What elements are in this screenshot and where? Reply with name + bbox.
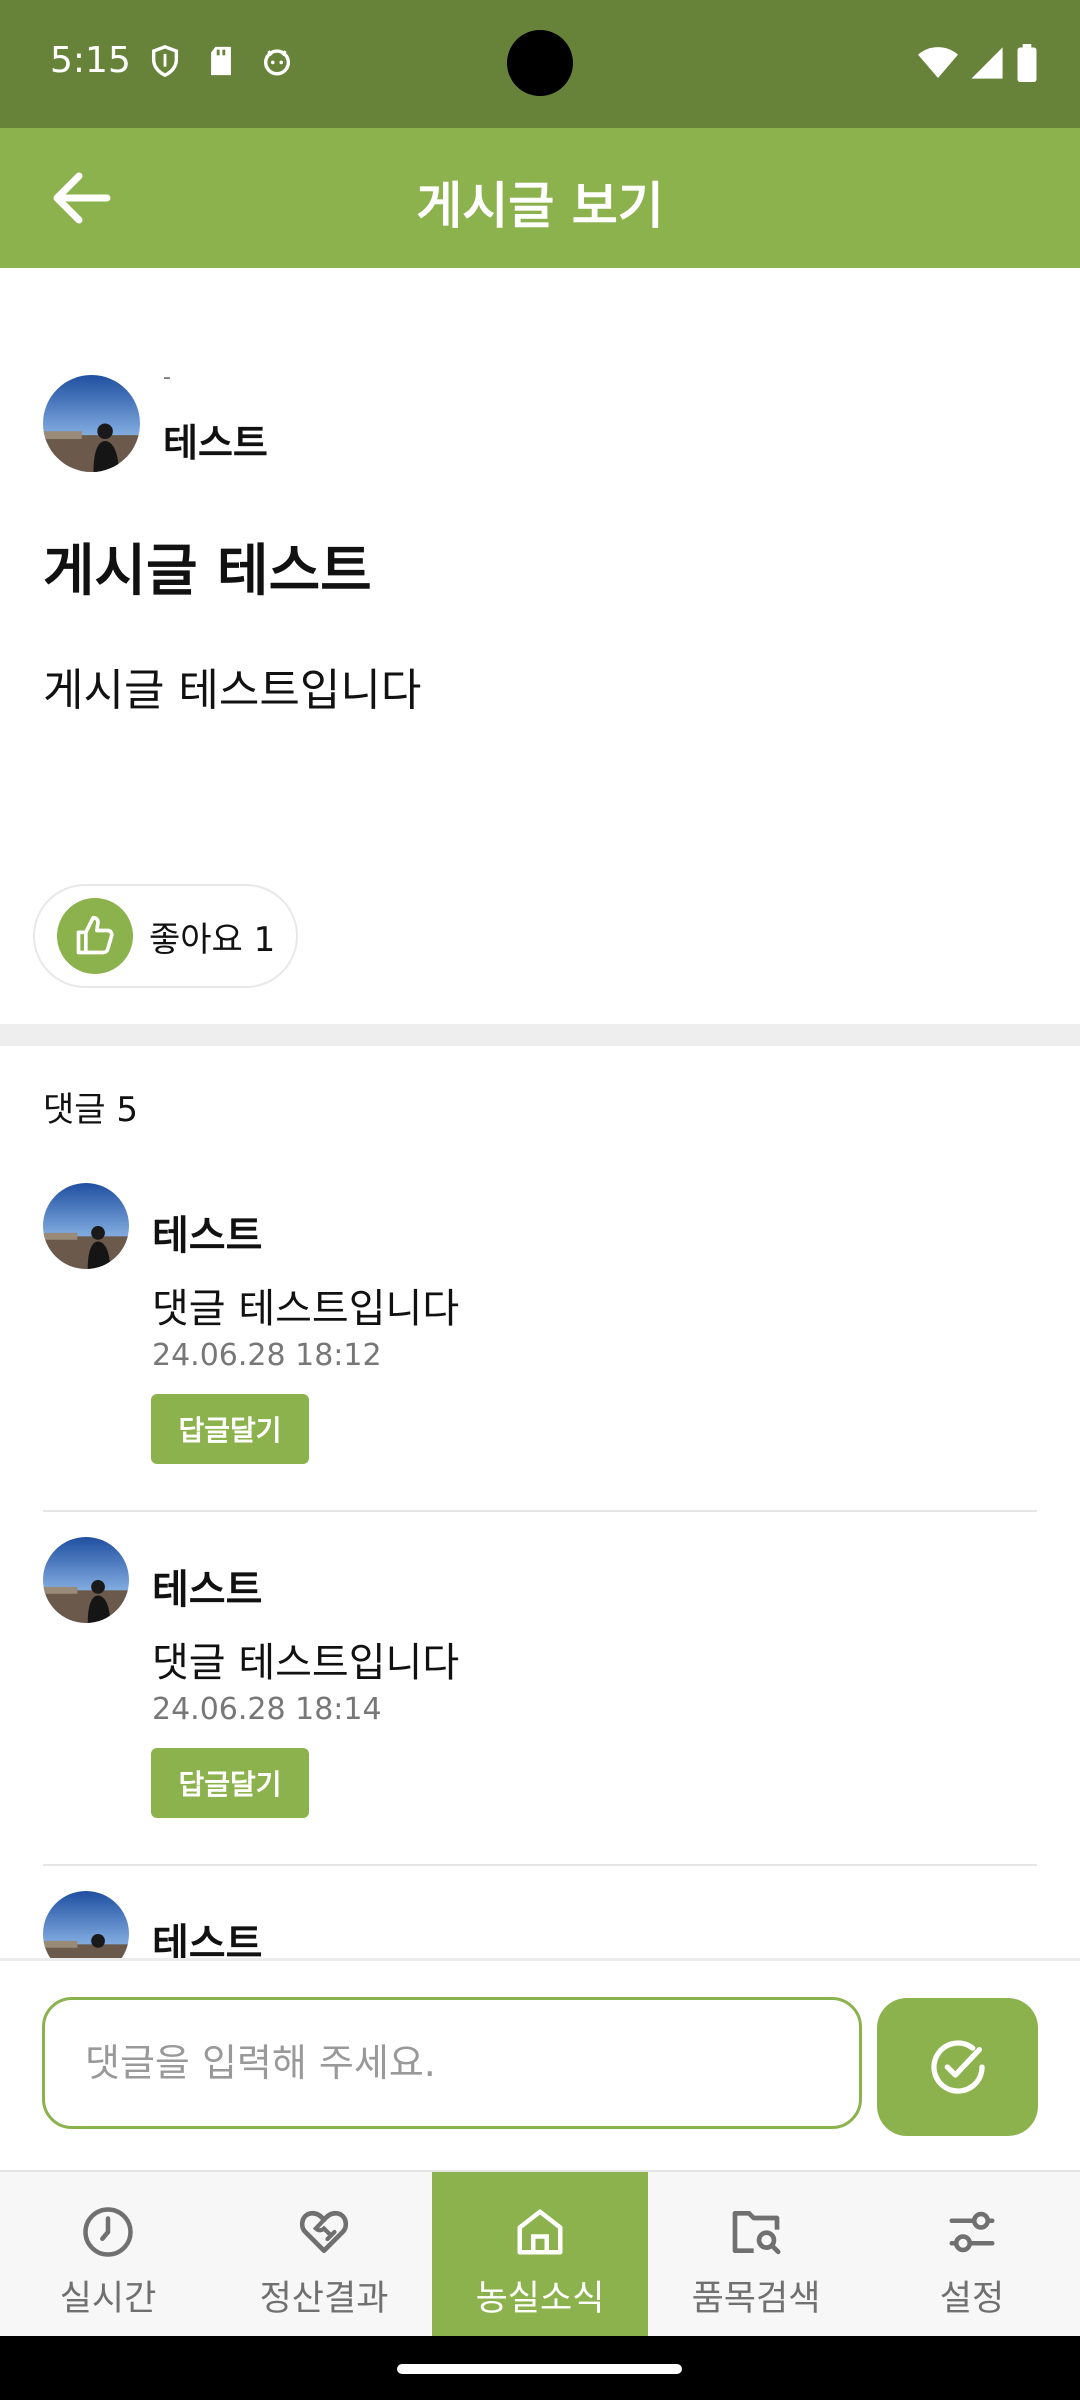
thumbs-up-icon [76, 915, 114, 955]
camera-cutout [507, 30, 573, 96]
comment-author: 테스트 [152, 1921, 263, 1958]
reply-button[interactable]: 답글달기 [151, 1748, 309, 1818]
nav-label: 정산결과 [259, 2279, 389, 2319]
status-system-icons [918, 44, 1038, 82]
avatar-photo [43, 375, 140, 472]
comment-text: 댓글 테스트입니다 [152, 1286, 460, 1332]
comment-date: 24.06.28 18:12 [152, 1338, 382, 1373]
comment-date: 24.06.28 18:14 [152, 1692, 382, 1727]
post-section: - 테스트 게시글 테스트 게시글 테스트입니다 좋아요 1 [0, 268, 1080, 1024]
folder-search-icon [732, 2211, 781, 2255]
page-title: 게시글 보기 [416, 177, 664, 235]
avatar [43, 375, 140, 472]
avatar-photo [43, 1183, 129, 1269]
comment-divider [43, 1510, 1037, 1512]
avatar [43, 1183, 129, 1269]
nav-item-realtime[interactable]: 실시간 [0, 2172, 216, 2336]
status-notification-icons [148, 44, 294, 78]
post-author-prefix: - [163, 365, 171, 390]
comment-input-bar [0, 1958, 1080, 2170]
comment-author: 테스트 [152, 1567, 263, 1613]
post-author: 테스트 [163, 421, 268, 465]
sliders-icon [949, 2211, 995, 2253]
section-divider [0, 1024, 1080, 1046]
clock-icon [83, 2207, 133, 2257]
comment-author: 테스트 [152, 1213, 263, 1259]
system-gesture-bar [0, 2336, 1080, 2400]
nav-item-settlement[interactable]: 정산결과 [216, 2172, 432, 2336]
avatar [43, 1537, 129, 1623]
avatar-photo [43, 1537, 129, 1623]
nav-item-news[interactable]: 농실소식 [432, 2172, 648, 2336]
reply-button[interactable]: 답글달기 [151, 1394, 309, 1464]
app-bar: 게시글 보기 [0, 128, 1080, 268]
avatar [43, 1891, 129, 1958]
nav-label: 설정 [939, 2279, 1005, 2319]
android-face-icon [263, 49, 291, 76]
check-circle-icon [930, 2040, 985, 2094]
like-count-label: 좋아요 1 [149, 919, 276, 960]
shield-icon [151, 45, 179, 78]
signal-icon [971, 47, 1003, 79]
like-icon-circle [57, 898, 133, 974]
comment-item: 테스트 댓글 테스트입니다 24.06.28 18:14 답글달기 [0, 1537, 1080, 1867]
status-time: 5:15 [50, 40, 131, 81]
post-title: 게시글 테스트 [43, 539, 372, 604]
comments-count: 댓글 5 [43, 1090, 138, 1130]
comment-text: 댓글 테스트입니다 [152, 1640, 460, 1686]
submit-comment-button[interactable] [877, 1998, 1038, 2136]
comment-item: 테스트 [0, 1891, 1080, 1958]
nav-item-settings[interactable]: 설정 [864, 2172, 1080, 2336]
comment-input[interactable] [42, 1997, 862, 2129]
battery-icon [1017, 44, 1037, 82]
status-bar: 5:15 [0, 0, 1080, 128]
like-button[interactable]: 좋아요 1 [33, 884, 298, 988]
nav-label: 실시간 [59, 2279, 157, 2319]
comment-item: 테스트 댓글 테스트입니다 24.06.28 18:12 답글달기 [0, 1183, 1080, 1513]
home-gesture-handle[interactable] [397, 2364, 682, 2374]
post-body: 게시글 테스트입니다 [43, 665, 422, 716]
nav-label: 품목검색 [691, 2279, 821, 2319]
nav-item-item-search[interactable]: 품목검색 [648, 2172, 864, 2336]
bottom-navigation: 실시간 정산결과 농실소식 품목검색 설정 [0, 2170, 1080, 2336]
heart-handshake-icon [299, 2210, 349, 2253]
home-icon [517, 2209, 563, 2255]
wifi-icon [918, 47, 958, 78]
nav-label: 농실소식 [475, 2279, 605, 2319]
sd-card-icon [211, 46, 231, 76]
avatar-photo [43, 1891, 129, 1958]
comment-divider [43, 1864, 1037, 1866]
